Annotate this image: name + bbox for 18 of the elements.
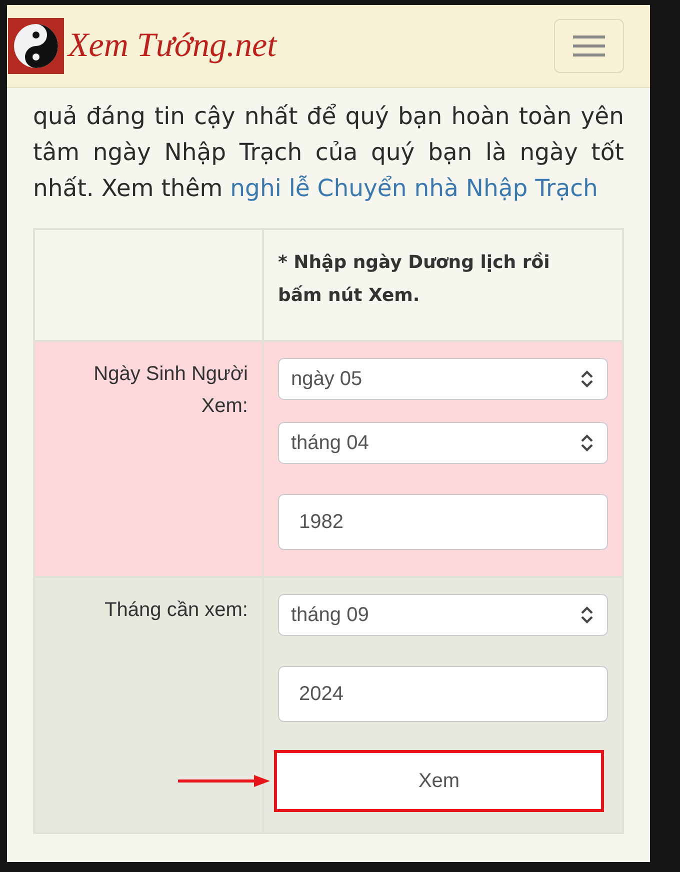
intro-paragraph: quả đáng tin cậy nhất để quý bạn hoàn toàn yên tâm ngày Nhập Trạch của quý bạn là ngày tốt nhất. Xem thêm nghi lễ Chuyển nhà Nhập Trạch (33, 101, 624, 204)
updown-chevron-icon (579, 433, 595, 453)
field-label: Tháng cần xem: (104, 599, 248, 621)
menu-icon (571, 34, 607, 58)
updown-chevron-icon (579, 605, 595, 625)
year-input[interactable]: 2024 (278, 666, 608, 722)
view-button[interactable]: Xem (274, 750, 604, 812)
field-label: Ngày Sinh Người Xem: (94, 363, 248, 417)
year-input[interactable]: 1982 (278, 494, 608, 550)
menu-button[interactable] (554, 19, 624, 73)
dropdown[interactable]: tháng 04 (278, 422, 608, 464)
dropdown[interactable]: tháng 09 (278, 594, 608, 636)
instruction-text: * Nhập ngày Dương lịch rồi bấm nút Xem. (278, 251, 551, 308)
updown-chevron-icon (579, 369, 595, 389)
dropdown[interactable]: ngày 05 (278, 358, 608, 400)
yin-yang-icon (8, 18, 64, 74)
ritual-link[interactable]: nghi lễ Chuyển nhà Nhập Trạch (230, 174, 598, 202)
site-logo[interactable]: Xem Tướng.net (68, 27, 277, 65)
